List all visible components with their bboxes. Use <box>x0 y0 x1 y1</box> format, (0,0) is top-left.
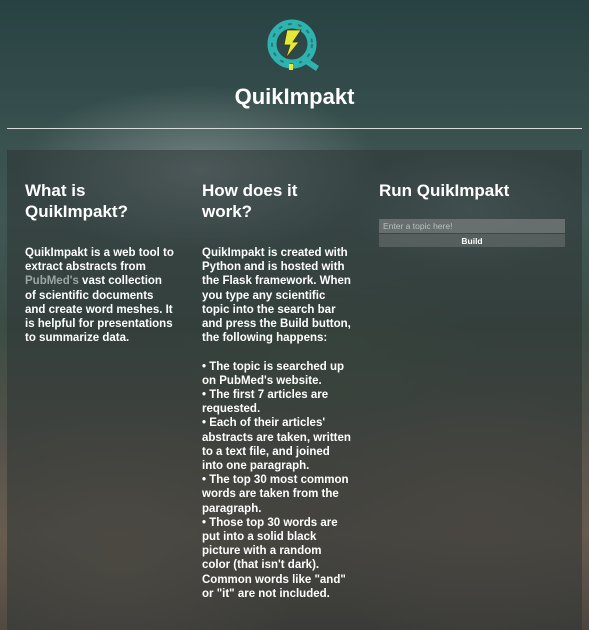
run-heading: Run QuikImpakt <box>379 181 510 200</box>
how-intro: QuikImpakt is created with Python and is… <box>202 247 351 345</box>
app-title: QuikImpakt <box>234 84 355 109</box>
build-button[interactable]: Build <box>379 234 565 247</box>
quikimpakt-logo-icon <box>264 16 326 76</box>
how-step: • Those top 30 words are put into a soli… <box>202 516 346 600</box>
about-heading: What is QuikImpakt? <box>25 181 128 221</box>
how-step: • The topic is searched up on PubMed's w… <box>202 360 345 387</box>
how-heading: How does it work? <box>202 181 298 221</box>
about-text: QuikImpakt is a web tool to extract abst… <box>25 246 175 345</box>
run-section: Run QuikImpakt Build <box>379 180 569 247</box>
how-section: How does it work? QuikImpakt is created … <box>202 180 352 601</box>
header: QuikImpakt <box>0 0 589 130</box>
how-steps-list: • The topic is searched up on PubMed's w… <box>202 360 352 601</box>
how-step: • Each of their articles' abstracts are … <box>202 417 351 473</box>
pubmed-link[interactable]: PubMed's <box>25 275 79 287</box>
topic-search-input[interactable] <box>379 219 565 233</box>
content-panel: What is QuikImpakt? QuikImpakt is a web … <box>7 150 582 630</box>
how-step: • The first 7 articles are requested. <box>202 389 329 416</box>
about-section: What is QuikImpakt? QuikImpakt is a web … <box>25 180 175 345</box>
how-step: • The top 30 most common words are taken… <box>202 474 349 515</box>
header-divider <box>7 128 582 129</box>
about-text-start: QuikImpakt is a web tool to extract abst… <box>25 247 174 274</box>
